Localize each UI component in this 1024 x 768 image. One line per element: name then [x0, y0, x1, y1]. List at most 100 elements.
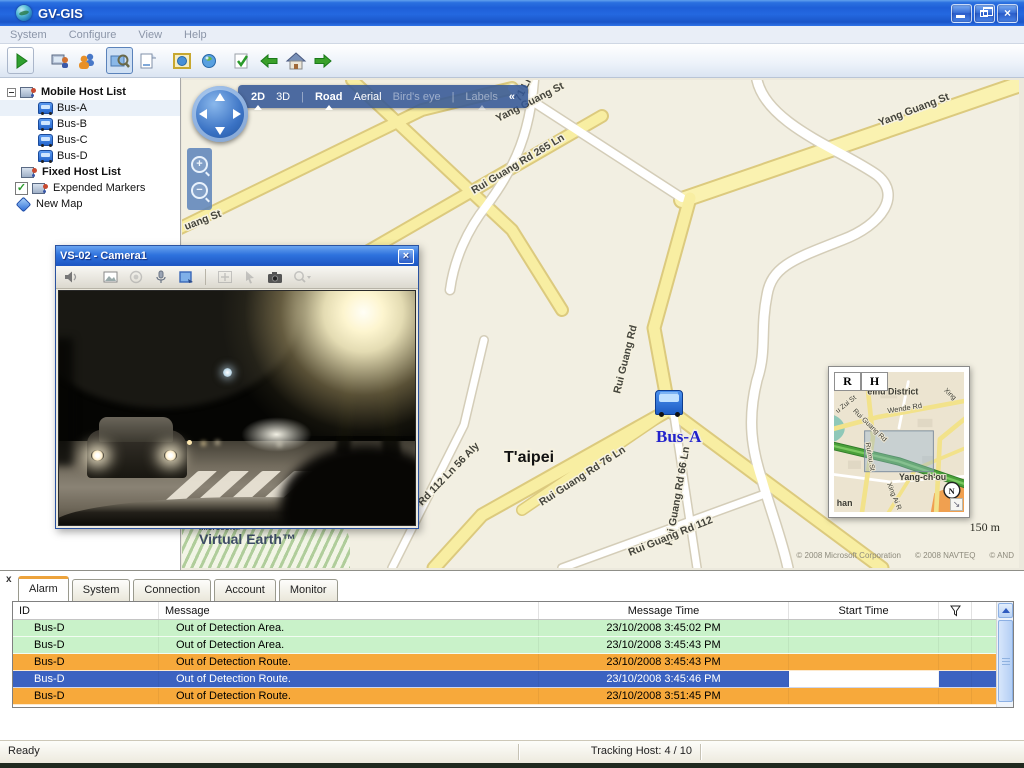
- pan-up-icon[interactable]: [215, 93, 225, 101]
- tree-expended-markers[interactable]: ✓ Expended Markers: [0, 180, 180, 196]
- menu-view[interactable]: View: [138, 29, 162, 41]
- camera-video-window[interactable]: VS-02 - Camera1 ×: [55, 245, 419, 529]
- minimap-road-button[interactable]: R: [834, 372, 861, 391]
- close-icon: ×: [403, 250, 409, 262]
- tab-account[interactable]: Account: [214, 579, 276, 601]
- framed-globe-icon: [171, 51, 193, 71]
- video-window-titlebar[interactable]: VS-02 - Camera1 ×: [56, 246, 418, 266]
- video-window-title: VS-02 - Camera1: [60, 250, 147, 262]
- cell-c-mtime: 23/10/2008 3:45:46 PM: [539, 671, 789, 687]
- panel-close-button[interactable]: x: [6, 574, 12, 585]
- cell-c-msg: Out of Detection Route.: [159, 671, 539, 687]
- close-button[interactable]: ×: [997, 4, 1018, 23]
- menu-help[interactable]: Help: [184, 29, 207, 41]
- zoom-in-button[interactable]: +: [191, 156, 208, 173]
- zoom-tool-button[interactable]: [292, 270, 312, 284]
- tab-connection[interactable]: Connection: [133, 579, 211, 601]
- tab-monitor[interactable]: Monitor: [279, 579, 338, 601]
- minus-icon: −: [196, 184, 202, 196]
- audio-button[interactable]: [64, 270, 80, 284]
- tree-fixed-host-list[interactable]: Fixed Host List: [0, 164, 180, 180]
- minimap[interactable]: eihu District Wende Rd u Zui St Rui Guan…: [828, 366, 970, 518]
- image-icon: [103, 270, 119, 284]
- alarm-table-row[interactable]: Bus-DOut of Detection Route.23/10/2008 3…: [13, 688, 1013, 705]
- tree-item-bus-c[interactable]: Bus-C: [0, 132, 180, 148]
- nav-aerial[interactable]: Aerial: [353, 91, 381, 103]
- cell-c-msg: Out of Detection Area.: [159, 637, 539, 653]
- menu-system[interactable]: System: [10, 29, 47, 41]
- tab-system[interactable]: System: [72, 579, 131, 601]
- cell-c-stime: [789, 688, 939, 704]
- host-list-button[interactable]: [46, 47, 73, 74]
- pan-down-icon[interactable]: [215, 127, 225, 135]
- nav-3d[interactable]: 3D: [276, 91, 290, 103]
- fit-screen-icon: [217, 270, 233, 284]
- tree-item-bus-a[interactable]: Bus-A: [0, 100, 180, 116]
- nav-labels[interactable]: Labels: [465, 91, 497, 103]
- table-scrollbar[interactable]: [996, 602, 1013, 708]
- minimize-button[interactable]: [951, 4, 972, 23]
- scroll-up-button[interactable]: [998, 603, 1013, 618]
- monitor-button[interactable]: [178, 270, 194, 284]
- column-header-message[interactable]: Message: [159, 602, 539, 619]
- fit-button[interactable]: [217, 270, 233, 284]
- bus-a-map-label: Bus-A: [656, 427, 702, 446]
- menu-configure[interactable]: Configure: [69, 29, 117, 41]
- minimap-hybrid-button[interactable]: H: [861, 372, 888, 391]
- collapse-icon[interactable]: [7, 88, 16, 97]
- talk-button[interactable]: [153, 270, 169, 284]
- snapshot-button[interactable]: [103, 270, 119, 284]
- tree-item-bus-d[interactable]: Bus-D: [0, 148, 180, 164]
- back-button[interactable]: [255, 47, 282, 74]
- label-xing: Xing: [942, 387, 957, 402]
- map-view-button[interactable]: [106, 47, 133, 74]
- alarm-table-row[interactable]: Bus-DOut of Detection Area.23/10/2008 3:…: [13, 620, 1013, 637]
- bus-a-marker[interactable]: [655, 390, 683, 415]
- camera-video-feed[interactable]: [58, 290, 416, 526]
- nav-road[interactable]: Road: [315, 91, 343, 103]
- video-close-button[interactable]: ×: [398, 249, 414, 264]
- alarm-table-row[interactable]: Bus-DOut of Detection Route.23/10/2008 3…: [13, 671, 1013, 688]
- pan-left-icon[interactable]: [199, 109, 207, 119]
- cell-c-id: Bus-D: [13, 637, 159, 653]
- nav-2d[interactable]: 2D: [251, 91, 265, 103]
- caret-icon: [478, 105, 486, 110]
- forward-button[interactable]: [309, 47, 336, 74]
- accounts-button[interactable]: [73, 47, 100, 74]
- nav-collapse[interactable]: «: [509, 91, 515, 103]
- toolbar-separator: [205, 269, 206, 285]
- titlebar[interactable]: GV-GIS ×: [0, 0, 1024, 26]
- start-monitoring-button[interactable]: [7, 47, 34, 74]
- map-pan-compass[interactable]: [192, 86, 248, 142]
- tab-alarm[interactable]: Alarm: [18, 576, 69, 601]
- cell-c-id: Bus-D: [13, 688, 159, 704]
- select-button[interactable]: [242, 270, 258, 284]
- home-button[interactable]: [282, 47, 309, 74]
- cell-c-id: Bus-D: [13, 671, 159, 687]
- column-header-message-time[interactable]: Message Time: [539, 602, 789, 619]
- scrollbar-thumb[interactable]: [998, 620, 1013, 702]
- minimap-resize-handle[interactable]: ↘: [950, 498, 963, 511]
- map-window-button[interactable]: [168, 47, 195, 74]
- new-page-button[interactable]: [133, 47, 160, 74]
- edit-mode-button[interactable]: [228, 47, 255, 74]
- alarm-table-row[interactable]: Bus-DOut of Detection Area.23/10/2008 3:…: [13, 637, 1013, 654]
- restore-button[interactable]: [974, 4, 995, 23]
- column-header-start-time[interactable]: Start Time: [789, 602, 939, 619]
- expended-markers-checkbox[interactable]: ✓: [15, 182, 28, 195]
- zoom-out-button[interactable]: −: [191, 182, 208, 199]
- column-header-filter[interactable]: [939, 602, 972, 619]
- record-button[interactable]: [128, 270, 144, 284]
- tree-new-map[interactable]: New Map: [0, 196, 180, 212]
- web-map-button[interactable]: [195, 47, 222, 74]
- camera-snapshot-button[interactable]: [267, 270, 283, 284]
- tree-item-bus-b[interactable]: Bus-B: [0, 116, 180, 132]
- label-city-taipei: T'aipei: [504, 449, 554, 466]
- nav-birds-eye[interactable]: Bird's eye: [393, 91, 441, 103]
- alarm-table-row[interactable]: Bus-DOut of Detection Route.23/10/2008 3…: [13, 654, 1013, 671]
- pan-right-icon[interactable]: [233, 109, 241, 119]
- cell-c-stime: [789, 671, 939, 687]
- map-zoom-controls: + −: [187, 148, 212, 210]
- column-header-id[interactable]: ID: [13, 602, 159, 619]
- tree-mobile-host-list[interactable]: Mobile Host List: [0, 84, 180, 100]
